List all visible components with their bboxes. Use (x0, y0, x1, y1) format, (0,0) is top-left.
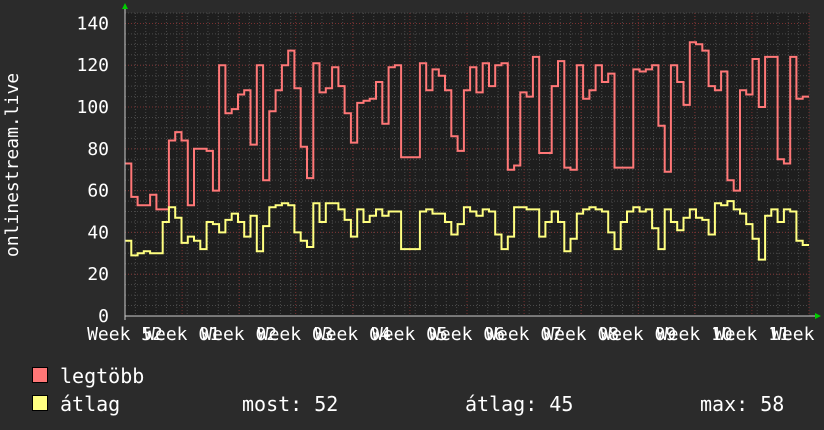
line-chart: 020406080100120140Week 52Week 01Week 02W… (2, 3, 824, 345)
y-tick-label: 120 (76, 55, 109, 76)
legend: legtöbb átlag most: 52 átlag: 45 max: 58 (30, 362, 810, 418)
x-axis-arrow (815, 313, 821, 319)
legend-row-max: legtöbb (30, 362, 810, 390)
legend-row-avg: átlag most: 52 átlag: 45 max: 58 (30, 390, 810, 418)
y-axis-label: onlinestream.live (2, 73, 23, 257)
y-tick-label: 40 (87, 222, 109, 243)
y-tick-label: 20 (87, 264, 109, 285)
legend-label-avg: átlag (60, 392, 121, 416)
y-tick-label: 140 (76, 13, 109, 34)
legend-swatch-avg (32, 395, 48, 411)
y-axis-arrow (122, 3, 128, 9)
stat-max: max: 58 (700, 392, 785, 416)
y-tick-label: 100 (76, 97, 109, 118)
y-tick-label: 80 (87, 139, 109, 160)
stat-now: most: 52 (242, 392, 339, 416)
y-tick-label: 60 (87, 181, 109, 202)
stat-average: átlag: 45 (465, 392, 574, 416)
x-tick-label: Week 12 (771, 324, 824, 345)
legend-swatch-max (32, 367, 48, 383)
legend-label-max: legtöbb (60, 364, 145, 388)
